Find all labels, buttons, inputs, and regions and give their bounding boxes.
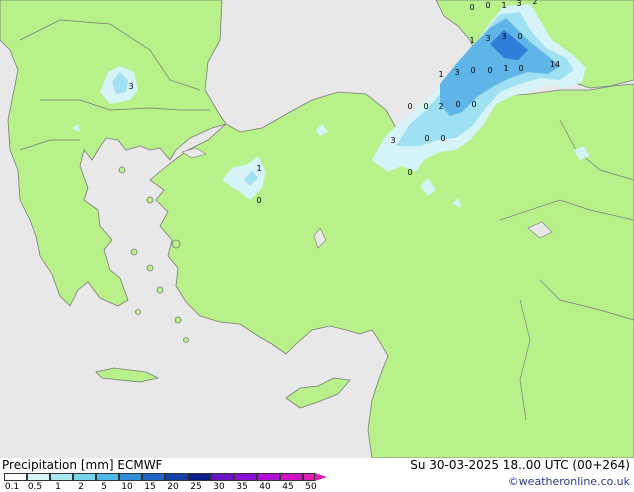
aegean-island	[183, 337, 189, 343]
precip-value-label: 0	[469, 3, 474, 12]
legend-swatch	[303, 473, 315, 481]
legend-swatch	[280, 473, 303, 481]
precip-value-label: 1	[501, 1, 506, 10]
precip-value-label: 0	[407, 168, 412, 177]
map-canvas: 3 1 0 0 3 0 0 0 0 2 0 0 1 3 0 0 1 0 14 1 3 3 0 0 0 1 3 2	[0, 0, 634, 458]
precip-value-label: 1	[256, 164, 261, 173]
precip-value-label: 2	[532, 0, 537, 6]
legend-tick: 2	[78, 482, 84, 492]
legend-tick: 15	[144, 482, 156, 492]
legend-swatch	[211, 473, 234, 481]
legend-tick: 25	[190, 482, 202, 492]
legend-swatch	[119, 473, 142, 481]
legend-swatch	[50, 473, 73, 481]
legend-swatch	[257, 473, 280, 481]
precip-value-label: 3	[454, 68, 459, 77]
precip-value-label: 0	[470, 66, 475, 75]
precip-value-label: 0	[517, 32, 522, 41]
legend-swatch	[165, 473, 188, 481]
legend-swatch	[96, 473, 119, 481]
precip-value-label: 3	[128, 82, 133, 91]
precip-value-label: 14	[550, 60, 560, 69]
credit-link[interactable]: ©weatheronline.co.uk	[508, 475, 630, 488]
legend-color-bar	[4, 473, 328, 482]
legend-swatch	[142, 473, 165, 481]
precip-value-label: 0	[518, 64, 523, 73]
legend-swatch	[4, 473, 27, 481]
precipitation-map: 3 1 0 0 3 0 0 0 0 2 0 0 1 3 0 0 1 0 14 1 3 3 0 0 0 1 3 2	[0, 0, 634, 458]
legend-tick: 50	[305, 482, 317, 492]
legend-tick: 0.5	[27, 482, 43, 492]
precip-value-label: 3	[516, 0, 521, 8]
precip-value-label: 1	[438, 70, 443, 79]
valid-time: Su 30-03-2025 18..00 UTC (00+264)	[410, 458, 630, 472]
aegean-island	[135, 309, 141, 315]
legend-tick: 20	[167, 482, 179, 492]
precip-value-label: 3	[485, 34, 490, 43]
aegean-island	[146, 196, 154, 204]
aegean-island	[171, 239, 181, 249]
precip-value-label: 2	[438, 102, 443, 111]
aegean-island	[118, 166, 126, 174]
precip-value-label: 1	[503, 64, 508, 73]
aegean-island	[130, 248, 138, 256]
precip-value-label: 0	[424, 134, 429, 143]
precip-value-label: 0	[256, 196, 261, 205]
map-footer: Precipitation [mm] ECMWF Su 30-03-2025 1…	[0, 458, 634, 492]
precip-value-label: 1	[469, 36, 474, 45]
precip-value-label: 0	[455, 100, 460, 109]
precip-value-label: 0	[471, 100, 476, 109]
legend-tick: 40	[259, 482, 271, 492]
legend-swatch	[73, 473, 96, 481]
legend-tick: 30	[213, 482, 225, 492]
legend-swatch	[188, 473, 211, 481]
legend-tick: 1	[55, 482, 61, 492]
legend-tick: 10	[121, 482, 133, 492]
legend-swatch	[27, 473, 50, 481]
aegean-island	[174, 316, 182, 324]
precip-value-label: 0	[407, 102, 412, 111]
legend-tick: 5	[101, 482, 107, 492]
precip-value-label: 0	[485, 1, 490, 10]
legend-arrow	[315, 473, 327, 481]
aegean-island	[146, 264, 154, 272]
legend-tick-labels: 0.1 0.5 1 2 5 10 15 20 25 30 35 40 45 50	[0, 482, 330, 492]
precip-value-label: 0	[440, 134, 445, 143]
precip-value-label: 3	[390, 136, 395, 145]
legend-swatch	[234, 473, 257, 481]
legend-tick: 45	[282, 482, 294, 492]
precip-value-label: 0	[487, 66, 492, 75]
legend-tick: 35	[236, 482, 248, 492]
precip-value-label: 0	[423, 102, 428, 111]
precip-value-label: 3	[501, 32, 506, 41]
product-label: Precipitation [mm] ECMWF	[2, 458, 163, 472]
aegean-island	[156, 286, 164, 294]
legend-tick: 0.1	[4, 482, 20, 492]
